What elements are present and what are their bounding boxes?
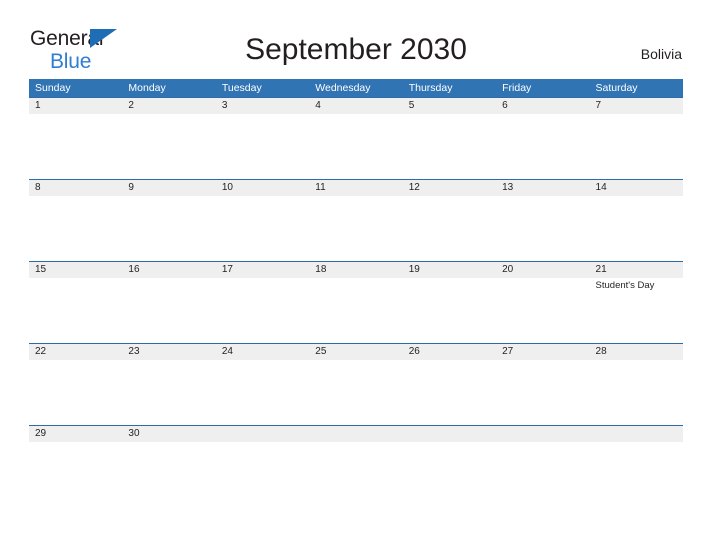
day-cell[interactable] xyxy=(29,114,122,179)
day-cell[interactable] xyxy=(590,114,683,179)
day-cell[interactable] xyxy=(496,278,589,343)
day-cell[interactable] xyxy=(590,360,683,425)
week-row: 15 16 17 18 19 20 21 Student's Day xyxy=(29,261,683,343)
day-number[interactable]: 5 xyxy=(403,98,496,114)
weekday-header-tuesday: Tuesday xyxy=(221,82,262,94)
day-cell[interactable] xyxy=(122,360,215,425)
day-events-row xyxy=(29,360,683,425)
day-cell[interactable] xyxy=(403,114,496,179)
day-number[interactable]: 11 xyxy=(309,180,402,196)
day-number[interactable]: 22 xyxy=(29,344,122,360)
day-cell[interactable] xyxy=(122,114,215,179)
day-events-row xyxy=(29,442,683,482)
page-header: General Blue September 2030 Bolivia xyxy=(0,0,712,78)
day-number[interactable]: 17 xyxy=(216,262,309,278)
day-number[interactable]: 30 xyxy=(122,426,215,442)
day-number[interactable]: 2 xyxy=(122,98,215,114)
day-cell xyxy=(496,442,589,482)
day-number-row: 29 30 xyxy=(29,426,683,442)
day-cell xyxy=(590,442,683,482)
day-number[interactable]: 18 xyxy=(309,262,402,278)
weekday-header-thursday: Thursday xyxy=(408,82,453,94)
day-cell[interactable] xyxy=(29,360,122,425)
weekday-header-monday: Monday xyxy=(128,82,166,94)
day-cell[interactable] xyxy=(216,196,309,261)
day-cell[interactable] xyxy=(122,442,215,482)
day-number xyxy=(590,426,683,442)
day-number[interactable]: 13 xyxy=(496,180,589,196)
day-number-row: 22 23 24 25 26 27 28 xyxy=(29,344,683,360)
day-number[interactable]: 19 xyxy=(403,262,496,278)
day-number[interactable]: 25 xyxy=(309,344,402,360)
day-number[interactable]: 9 xyxy=(122,180,215,196)
day-number-row: 15 16 17 18 19 20 21 xyxy=(29,262,683,278)
day-number[interactable]: 6 xyxy=(496,98,589,114)
day-number xyxy=(496,426,589,442)
day-number[interactable]: 26 xyxy=(403,344,496,360)
day-number xyxy=(403,426,496,442)
day-cell[interactable] xyxy=(403,360,496,425)
day-number[interactable]: 7 xyxy=(590,98,683,114)
day-number[interactable]: 14 xyxy=(590,180,683,196)
day-cell[interactable] xyxy=(496,114,589,179)
day-events-row: Student's Day xyxy=(29,278,683,343)
day-cell[interactable] xyxy=(590,196,683,261)
day-number xyxy=(309,426,402,442)
day-number[interactable]: 23 xyxy=(122,344,215,360)
day-cell xyxy=(216,442,309,482)
day-cell[interactable] xyxy=(216,114,309,179)
day-number[interactable]: 29 xyxy=(29,426,122,442)
day-number[interactable]: 16 xyxy=(122,262,215,278)
day-cell[interactable] xyxy=(309,360,402,425)
day-number xyxy=(216,426,309,442)
day-number[interactable]: 1 xyxy=(29,98,122,114)
day-number[interactable]: 27 xyxy=(496,344,589,360)
day-number[interactable]: 24 xyxy=(216,344,309,360)
day-cell[interactable] xyxy=(122,196,215,261)
day-number[interactable]: 12 xyxy=(403,180,496,196)
day-cell[interactable] xyxy=(309,196,402,261)
calendar-page: General Blue September 2030 Bolivia Sund… xyxy=(0,0,712,550)
day-cell[interactable] xyxy=(403,196,496,261)
day-cell[interactable] xyxy=(29,278,122,343)
day-number[interactable]: 21 xyxy=(590,262,683,278)
day-cell[interactable] xyxy=(29,196,122,261)
day-number[interactable]: 15 xyxy=(29,262,122,278)
day-number[interactable]: 20 xyxy=(496,262,589,278)
weekday-header-friday: Friday xyxy=(502,82,532,94)
day-events-row xyxy=(29,196,683,261)
day-cell[interactable] xyxy=(496,196,589,261)
week-row: 1 2 3 4 5 6 7 xyxy=(29,97,683,179)
day-number-row: 8 9 10 11 12 13 14 xyxy=(29,180,683,196)
week-row: 22 23 24 25 26 27 28 xyxy=(29,343,683,425)
day-number[interactable]: 3 xyxy=(216,98,309,114)
day-number[interactable]: 28 xyxy=(590,344,683,360)
day-cell[interactable] xyxy=(216,360,309,425)
country-label: Bolivia xyxy=(640,46,682,62)
week-row: 29 30 xyxy=(29,425,683,482)
calendar-grid: Sunday Monday Tuesday Wednesday Thursday… xyxy=(29,79,683,482)
day-cell[interactable] xyxy=(496,360,589,425)
day-cell xyxy=(309,442,402,482)
day-cell[interactable] xyxy=(309,278,402,343)
day-cell[interactable] xyxy=(309,114,402,179)
day-cell[interactable] xyxy=(403,278,496,343)
day-number-row: 1 2 3 4 5 6 7 xyxy=(29,98,683,114)
weekday-header-sunday: Sunday xyxy=(35,82,71,94)
day-cell xyxy=(403,442,496,482)
day-number[interactable]: 4 xyxy=(309,98,402,114)
day-cell[interactable] xyxy=(29,442,122,482)
day-events-row xyxy=(29,114,683,179)
day-cell[interactable]: Student's Day xyxy=(590,278,683,343)
weekday-header-saturday: Saturday xyxy=(595,82,638,94)
day-cell[interactable] xyxy=(216,278,309,343)
day-number[interactable]: 8 xyxy=(29,180,122,196)
event-label[interactable]: Student's Day xyxy=(596,280,678,292)
page-title: September 2030 xyxy=(245,33,467,66)
day-number[interactable]: 10 xyxy=(216,180,309,196)
weekday-header-wednesday: Wednesday xyxy=(315,82,371,94)
week-row: 8 9 10 11 12 13 14 xyxy=(29,179,683,261)
day-cell[interactable] xyxy=(122,278,215,343)
weekday-header-row: Sunday Monday Tuesday Wednesday Thursday… xyxy=(29,79,683,97)
